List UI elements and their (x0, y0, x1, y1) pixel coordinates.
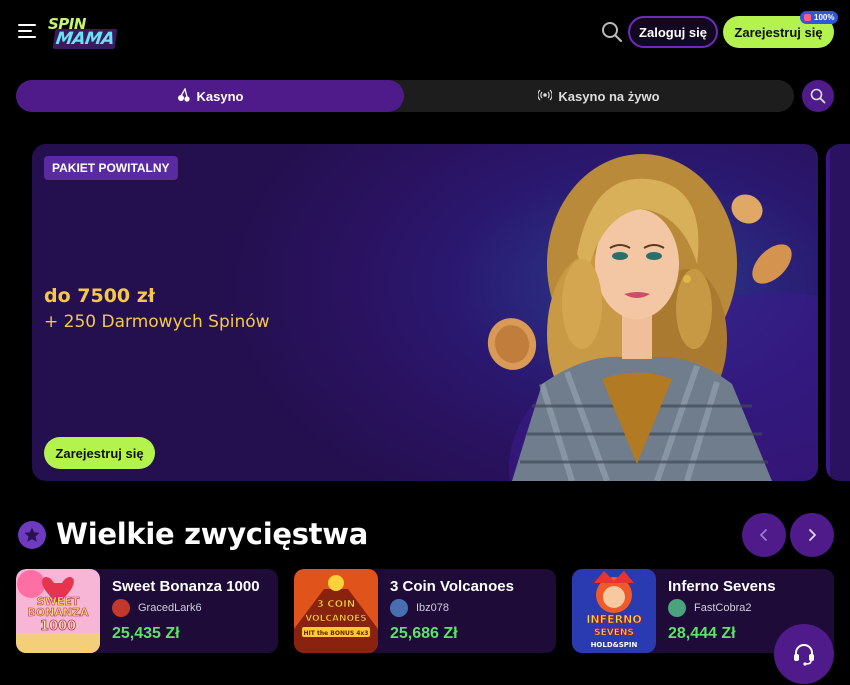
thumb-text: INFERNO (586, 613, 641, 626)
win-amount: 25,435 Zł (112, 625, 180, 642)
game-search-button[interactable] (802, 80, 834, 112)
spinmama-logo[interactable]: SPIN MAMA (48, 15, 120, 49)
chevron-right-icon (809, 529, 816, 541)
top-header: SPIN MAMA Zaloguj się Zarejestruj się 10… (0, 0, 850, 64)
carousel-next-button[interactable] (790, 513, 834, 557)
player-name: FastCobra2 (694, 602, 752, 614)
player-info: GracedLark6 (112, 599, 202, 617)
thumb-text: HOLD&SPIN (591, 641, 638, 649)
win-amount: 25,686 Zł (390, 625, 458, 642)
thumb-text: 3 COIN (317, 599, 355, 610)
game-name: Sweet Bonanza 1000 (112, 578, 260, 595)
casino-tabs: Kasyno Kasyno na żywo (16, 80, 794, 112)
player-avatar-icon (390, 599, 408, 617)
promo-free-spins: + 250 Darmowych Spinów (44, 312, 270, 332)
player-avatar-icon (668, 599, 686, 617)
welcome-package-tag: PAKIET POWITALNY (44, 156, 178, 180)
big-wins-title: Wielkie zwycięstwa (56, 517, 368, 551)
logo-text-bottom: MAMA (52, 29, 118, 49)
chevron-left-icon (760, 529, 767, 541)
support-chat-button[interactable] (774, 624, 834, 684)
player-name: GracedLark6 (138, 602, 202, 614)
tab-live-label: Kasyno na żywo (558, 88, 660, 104)
cherries-icon (177, 86, 191, 105)
thumb-text: HIT the BONUS 4x3 (304, 630, 369, 637)
thumb-text: SEVENS (594, 628, 634, 638)
game-name: Inferno Sevens (668, 578, 776, 595)
bonus-badge: 100% (800, 11, 839, 24)
game-thumbnail-inferno-sevens: INFERNO SEVENS HOLD&SPIN (572, 569, 656, 653)
thumb-text: VOLCANOES (305, 614, 367, 624)
tab-live-casino[interactable]: Kasyno na żywo (404, 80, 794, 112)
player-avatar-icon (112, 599, 130, 617)
hamburger-menu-icon[interactable] (18, 22, 38, 40)
login-button[interactable]: Zaloguj się (628, 16, 718, 48)
banner-register-button[interactable]: Zarejestruj się (44, 437, 155, 469)
search-icon[interactable] (601, 21, 623, 43)
next-banner-peek[interactable] (826, 144, 850, 481)
tab-casino[interactable]: Kasyno (16, 80, 404, 112)
game-thumbnail-3-coin-volcanoes: 3 COIN VOLCANOES HIT the BONUS 4x3 (294, 569, 378, 653)
live-broadcast-icon (537, 88, 554, 105)
player-info: Ibz078 (390, 599, 449, 617)
player-name: Ibz078 (416, 602, 450, 614)
promo-amount: do 7500 zł (44, 285, 155, 307)
tab-casino-label: Kasyno (196, 88, 244, 104)
star-icon (18, 521, 46, 549)
game-thumbnail-sweet-bonanza: SWEET BONANZA 1000 (16, 569, 100, 653)
hero-woman-illustration (487, 154, 792, 481)
win-card[interactable]: 3 COIN VOLCANOES HIT the BONUS 4x3 3 Coi… (294, 569, 556, 653)
win-card[interactable]: SWEET BONANZA 1000 Sweet Bonanza 1000 Gr… (16, 569, 278, 653)
search-icon (810, 88, 826, 104)
welcome-banner[interactable]: PAKIET POWITALNY do 7500 zł + 250 Darmow… (32, 144, 818, 481)
win-amount: 28,444 Zł (668, 625, 736, 642)
headset-icon (794, 644, 814, 666)
game-name: 3 Coin Volcanoes (390, 578, 514, 595)
player-info: FastCobra2 (668, 599, 751, 617)
thumb-text: 1000 (40, 619, 76, 634)
carousel-prev-button[interactable] (742, 513, 786, 557)
thumb-text: BONANZA (27, 606, 89, 619)
